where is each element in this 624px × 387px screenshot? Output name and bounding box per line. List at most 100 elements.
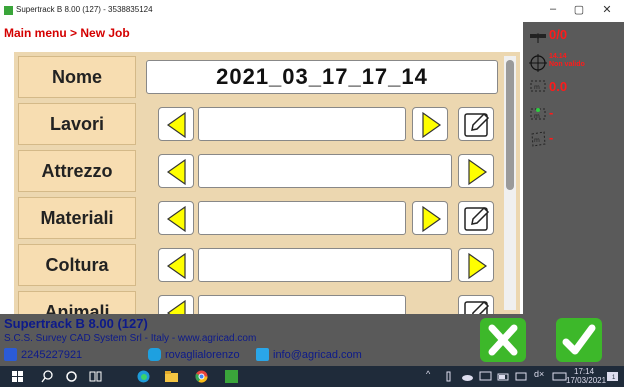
edit-icon: [464, 206, 490, 231]
arrow-right-icon: [468, 252, 488, 280]
volume-icon[interactable]: d×: [534, 369, 544, 379]
materiali-prev-button[interactable]: [158, 201, 194, 235]
form-row-coltura: Coltura: [18, 244, 506, 286]
form-row-lavori: Lavori: [18, 103, 506, 145]
edge-icon[interactable]: [136, 369, 151, 384]
email-contact: info@agricad.com: [256, 348, 362, 361]
arrow-left-icon: [166, 111, 186, 139]
svg-text:m: m: [534, 113, 540, 120]
form-row-materiali: Materiali: [18, 197, 506, 239]
skype-name: rovaglialorenzo: [165, 348, 240, 361]
email-address: info@agricad.com: [273, 348, 362, 361]
cancel-x-icon: [488, 324, 518, 356]
accuracy-value: 14.14: [549, 53, 567, 60]
arrow-left-icon: [166, 158, 186, 186]
taskbar: ^ d× 17:14 17/03/2021 1: [0, 366, 624, 387]
distance-icon: m: [530, 108, 546, 120]
phone-icon: [4, 348, 17, 361]
phone-contact: 2245227921: [4, 348, 82, 361]
lavori-value-field[interactable]: [198, 107, 406, 141]
scroll-thumb[interactable]: [506, 60, 514, 190]
coltura-next-button[interactable]: [458, 248, 494, 282]
skype-icon: [148, 348, 161, 361]
gps-status-panel: 0/0 14.14 Non valido m 0.0 m - m -: [523, 22, 624, 366]
product-name: Supertrack B 8.00 (127): [4, 316, 148, 331]
animali-value-field[interactable]: [198, 295, 406, 314]
attrezzo-prev-button[interactable]: [158, 154, 194, 188]
edit-icon: [464, 112, 490, 137]
search-icon[interactable]: [40, 369, 55, 384]
app-icon: [4, 6, 13, 15]
supertrack-app-icon[interactable]: [224, 369, 239, 384]
svg-text:m: m: [534, 84, 540, 91]
close-window-button[interactable]: ✕: [592, 3, 622, 16]
confirm-button[interactable]: [556, 318, 602, 362]
windows-start-icon[interactable]: [10, 369, 25, 384]
keyboard-icon[interactable]: [552, 369, 567, 384]
cloud-icon[interactable]: [460, 369, 475, 384]
lavori-edit-button[interactable]: [458, 107, 494, 141]
email-icon: [256, 348, 269, 361]
file-explorer-icon[interactable]: [164, 369, 179, 384]
usb-icon[interactable]: [441, 369, 456, 384]
field-label-materiali: Materiali: [18, 197, 136, 239]
field-label-attrezzo: Attrezzo: [18, 150, 136, 192]
distance-value-2: -: [549, 130, 554, 145]
form-row-animali: Animali: [18, 291, 506, 314]
cancel-button[interactable]: [480, 318, 526, 362]
crosshair-icon: [529, 54, 547, 72]
animali-edit-button[interactable]: [458, 295, 494, 314]
satellite-count: 0/0: [549, 27, 568, 42]
attrezzo-next-button[interactable]: [458, 154, 494, 188]
form-scrollbar[interactable]: [504, 56, 516, 310]
job-name-field[interactable]: 2021_03_17_17_14: [146, 60, 498, 94]
attrezzo-value-field[interactable]: [198, 154, 452, 188]
confirm-check-icon: [562, 324, 596, 355]
materiali-value-field[interactable]: [198, 201, 406, 235]
title-bar: Supertrack B 8.00 (127) - 3538835124 – ▢…: [0, 0, 624, 22]
satellite-icon: [530, 33, 546, 43]
coltura-value-field[interactable]: [198, 248, 452, 282]
notification-count: 1: [612, 375, 616, 381]
arrow-left-icon: [166, 252, 186, 280]
materiali-next-button[interactable]: [412, 201, 448, 235]
clock-date[interactable]: 17/03/2021: [566, 376, 606, 385]
field-label-nome: Nome: [18, 56, 136, 98]
lavori-next-button[interactable]: [412, 107, 448, 141]
arrow-right-icon: [468, 158, 488, 186]
arrow-right-icon: [422, 205, 442, 233]
offset-value: 0.0: [549, 79, 568, 94]
distance-value-1: -: [549, 105, 554, 120]
window-title: Supertrack B 8.00 (127) - 3538835124: [16, 5, 153, 14]
form-row-attrezzo: Attrezzo: [18, 150, 506, 192]
job-form-panel: Nome 2021_03_17_17_14 Lavori Attrezzo Ma…: [14, 52, 520, 314]
footer: Supertrack B 8.00 (127) S.C.S. Survey CA…: [0, 314, 523, 366]
coltura-prev-button[interactable]: [158, 248, 194, 282]
wifi-icon[interactable]: [514, 369, 529, 384]
lavori-prev-button[interactable]: [158, 107, 194, 141]
materiali-edit-button[interactable]: [458, 201, 494, 235]
task-view-icon[interactable]: [88, 369, 103, 384]
area-icon: m: [531, 131, 546, 147]
maximize-button[interactable]: ▢: [564, 3, 594, 16]
field-label-coltura: Coltura: [18, 244, 136, 286]
chrome-icon[interactable]: [194, 369, 209, 384]
edit-icon: [464, 300, 490, 314]
breadcrumb: Main menu > New Job: [4, 26, 130, 40]
arrow-left-icon: [166, 205, 186, 233]
offset-icon: m: [530, 80, 546, 92]
animali-prev-button[interactable]: [158, 295, 194, 314]
tray-chevron-icon[interactable]: ^: [426, 369, 430, 379]
svg-text:m: m: [534, 137, 540, 144]
arrow-right-icon: [422, 111, 442, 139]
form-row-nome: Nome 2021_03_17_17_14: [18, 56, 506, 98]
phone-number: 2245227921: [21, 348, 83, 361]
battery-icon[interactable]: [496, 369, 511, 384]
clock-time[interactable]: 17:14: [574, 367, 594, 376]
arrow-left-icon: [166, 299, 186, 314]
fix-status: Non valido: [549, 61, 585, 68]
cortana-icon[interactable]: [64, 369, 79, 384]
company-info: S.C.S. Survey CAD System Srl - Italy - w…: [4, 333, 257, 344]
network-icon[interactable]: [478, 369, 493, 384]
skype-contact: rovaglialorenzo: [148, 348, 240, 361]
